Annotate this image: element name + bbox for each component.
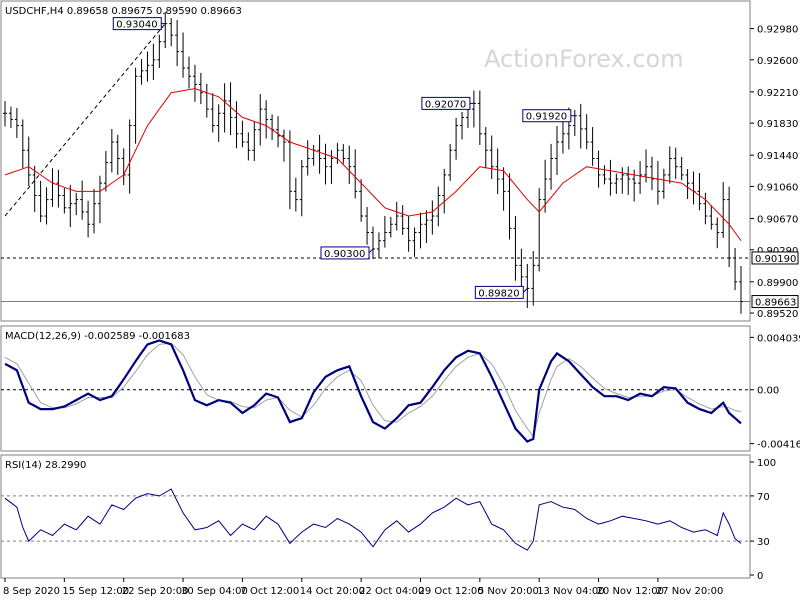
price-level-label: 0.89663 xyxy=(755,298,796,309)
rsi-y-tick-label: 70 xyxy=(757,492,770,503)
rsi-y-tick-label: 30 xyxy=(757,537,770,548)
x-tick-label: 14 Oct 20:00 xyxy=(300,586,365,597)
x-tick-label: 7 Oct 12:00 xyxy=(240,586,299,597)
annotation-label: 0.92070 xyxy=(425,99,466,110)
price-y-tick-label: 0.91440 xyxy=(757,151,798,162)
rsi-y-tick-label: 100 xyxy=(757,458,776,469)
x-tick-label: 22 Sep 20:00 xyxy=(122,586,189,597)
annotation-label: 0.93040 xyxy=(116,20,157,31)
price-y-tick-label: 0.91830 xyxy=(757,119,798,130)
price-panel-title: USDCHF,H4 0.89658 0.89675 0.89590 0.8966… xyxy=(5,6,242,17)
price-annotation: 0.89820 xyxy=(474,285,528,299)
price-y-tick-label: 0.92210 xyxy=(757,88,798,99)
price-annotation: 0.91920 xyxy=(522,109,575,123)
price-annotation: 0.92070 xyxy=(421,96,474,110)
watermark: ActionForex.com xyxy=(484,45,684,73)
annotation-label: 0.89820 xyxy=(478,288,519,299)
x-tick-label: 27 Nov 20:00 xyxy=(656,586,723,597)
x-tick-label: 15 Sep 12:00 xyxy=(62,586,129,597)
price-level-label: 0.90190 xyxy=(755,254,796,265)
x-tick-label: 20 Nov 12:00 xyxy=(597,586,664,597)
x-tick-label: 8 Sep 2020 xyxy=(3,586,60,597)
macd-y-tick-label: 0.004039 xyxy=(757,333,800,344)
chart-background xyxy=(0,0,800,600)
macd-y-tick-label: 0.00 xyxy=(757,386,779,397)
macd-y-tick-label: -0.00416 xyxy=(757,440,800,451)
price-annotation: 0.93040 xyxy=(112,17,166,31)
rsi-panel-title: RSI(14) 28.2990 xyxy=(5,460,86,471)
rsi-y-tick-label: 0 xyxy=(757,571,763,582)
x-tick-label: 5 Nov 20:00 xyxy=(478,586,539,597)
x-tick-label: 13 Nov 04:00 xyxy=(537,586,604,597)
price-y-tick-label: 0.89900 xyxy=(757,278,798,289)
annotation-label: 0.90300 xyxy=(324,249,365,260)
x-tick-label: 22 Oct 04:00 xyxy=(359,586,424,597)
price-annotation: 0.90300 xyxy=(320,246,374,260)
price-y-tick-label: 0.92600 xyxy=(757,56,798,67)
x-tick-label: 29 Oct 12:00 xyxy=(418,586,483,597)
price-y-tick-label: 0.91060 xyxy=(757,182,798,193)
annotation-label: 0.91920 xyxy=(526,112,567,123)
usdchf-h4-chart: ActionForex.com USDCHF,H4 0.89658 0.8967… xyxy=(0,0,800,600)
x-tick-label: 30 Sep 04:00 xyxy=(181,586,248,597)
price-y-tick-label: 0.90670 xyxy=(757,215,798,226)
price-y-tick-label: 0.89520 xyxy=(757,309,798,320)
price-y-tick-label: 0.92980 xyxy=(757,25,798,36)
